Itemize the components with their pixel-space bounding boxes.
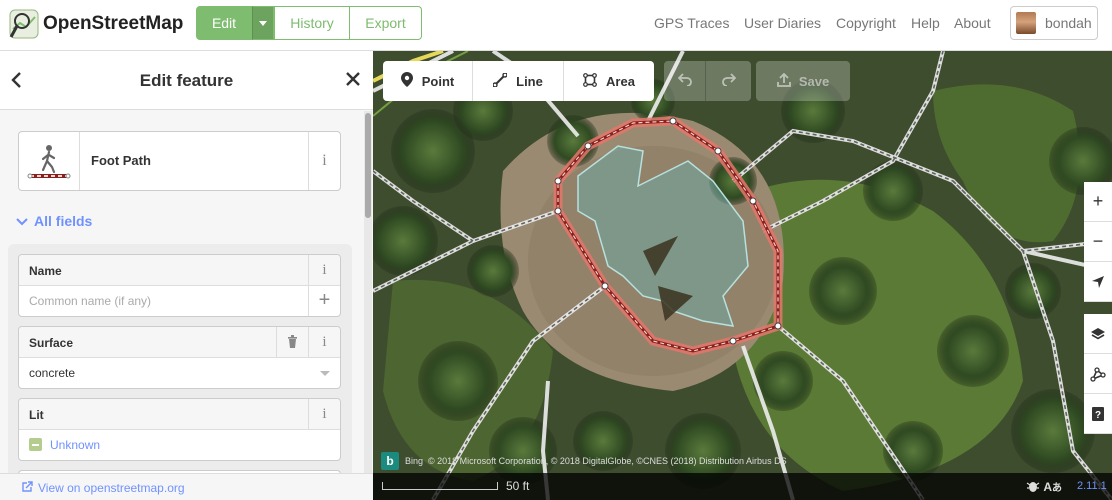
all-fields-label: All fields xyxy=(34,213,93,229)
bug-icon[interactable] xyxy=(1026,480,1043,494)
field-label: Lit xyxy=(29,408,44,422)
preset-name: Foot Path xyxy=(91,153,151,168)
save-button[interactable]: Save xyxy=(756,61,850,101)
preset-selector[interactable]: Foot Path i xyxy=(18,131,341,191)
info-icon[interactable]: i xyxy=(308,327,340,357)
redo-button[interactable] xyxy=(706,61,751,101)
name-placeholder: Common name (if any) xyxy=(29,294,152,308)
zoom-out-icon[interactable]: − xyxy=(1084,222,1112,262)
undo-button[interactable] xyxy=(664,61,706,101)
map-toolbar: Point Line Area Save xyxy=(383,61,850,101)
upload-icon xyxy=(776,72,791,90)
field-label-row: Lit i xyxy=(19,399,340,430)
sidebar-header: Edit feature xyxy=(0,51,373,110)
area-icon xyxy=(583,72,597,90)
point-label: Point xyxy=(421,73,455,89)
info-icon[interactable]: i xyxy=(308,399,340,429)
layers-icon[interactable] xyxy=(1084,314,1112,354)
geolocate-icon[interactable] xyxy=(1084,262,1112,302)
history-button[interactable]: History xyxy=(274,6,350,40)
external-link-icon xyxy=(22,481,33,495)
osm-logo-icon[interactable] xyxy=(9,9,39,39)
scrollbar-thumb[interactable] xyxy=(365,113,371,218)
scale-label: 50 ft xyxy=(506,479,530,493)
redo-icon xyxy=(721,72,736,91)
aerial-imagery xyxy=(373,51,1112,500)
pedestrian-footpath-icon xyxy=(19,132,80,190)
zoom-controls: + − xyxy=(1084,182,1112,302)
view-on-osm-link[interactable]: View on openstreetmap.org xyxy=(0,473,373,500)
field-label: Name xyxy=(29,264,62,278)
name-input[interactable]: Common name (if any) + xyxy=(19,286,340,316)
trash-icon[interactable] xyxy=(276,327,308,357)
surface-value: concrete xyxy=(29,366,76,380)
checkbox-indeterminate-icon[interactable] xyxy=(29,438,42,451)
avatar xyxy=(1016,12,1036,34)
area-label: Area xyxy=(606,73,635,89)
bing-logo-icon[interactable]: b xyxy=(381,452,399,470)
help-icon[interactable]: ? xyxy=(1084,394,1112,434)
top-navbar: OpenStreetMap Edit History Export GPS Tr… xyxy=(0,0,1112,51)
translate-icon[interactable]: Aあ xyxy=(1043,480,1062,494)
view-on-osm-label: View on openstreetmap.org xyxy=(38,481,185,495)
sidebar-scrollbar[interactable] xyxy=(364,111,372,474)
add-point-button[interactable]: Point xyxy=(383,61,473,101)
zoom-in-icon[interactable]: + xyxy=(1084,182,1112,222)
field-label-row: Name i xyxy=(19,255,340,286)
export-button[interactable]: Export xyxy=(350,6,422,40)
line-icon xyxy=(492,71,508,90)
edit-dropdown-button[interactable] xyxy=(252,6,274,40)
map-data-icon[interactable] xyxy=(1084,354,1112,394)
all-fields-toggle[interactable]: All fields xyxy=(16,213,92,229)
inspector-body: Foot Path i All fields Name i Common nam… xyxy=(0,111,373,474)
nav-user-diaries[interactable]: User Diaries xyxy=(744,15,821,31)
user-menu[interactable]: bondah xyxy=(1010,6,1098,40)
map-canvas[interactable]: Point Line Area Save + − ? b Bing © 2018… xyxy=(373,51,1112,500)
brand-name[interactable]: OpenStreetMap xyxy=(43,13,183,35)
field-name: Name i Common name (if any) + xyxy=(18,254,341,317)
footer-tools: Aあ xyxy=(1026,479,1062,494)
field-label-row: Surface i xyxy=(19,327,340,358)
lit-checkbox[interactable]: Unknown xyxy=(19,430,340,460)
add-line-button[interactable]: Line xyxy=(473,61,564,101)
lit-value: Unknown xyxy=(50,438,101,452)
close-icon[interactable] xyxy=(345,67,361,93)
caret-down-icon[interactable] xyxy=(320,371,330,376)
imagery-attribution: b Bing © 2018 Microsoft Corporation, © 2… xyxy=(381,451,787,471)
attribution-source: Bing xyxy=(405,456,424,466)
undo-icon xyxy=(677,72,692,91)
map-footer: 50 ft Aあ 2.11.1 xyxy=(373,473,1112,500)
field-lit: Lit i Unknown xyxy=(18,398,341,461)
panel-controls: ? xyxy=(1084,314,1112,434)
nav-about[interactable]: About xyxy=(954,15,991,31)
nav-copyright[interactable]: Copyright xyxy=(836,15,896,31)
username: bondah xyxy=(1045,15,1092,31)
field-surface: Surface i concrete xyxy=(18,326,341,389)
fields-container: Name i Common name (if any) + Surface i xyxy=(8,244,352,474)
info-icon[interactable]: i xyxy=(308,255,340,285)
scale-bar[interactable] xyxy=(382,482,498,490)
version-link[interactable]: 2.11.1 xyxy=(1077,480,1107,492)
line-label: Line xyxy=(516,73,543,89)
chevron-down-icon xyxy=(16,213,28,229)
nav-gps-traces[interactable]: GPS Traces xyxy=(654,15,729,31)
edit-button[interactable]: Edit xyxy=(196,6,252,40)
sidebar: Edit feature Foot Path i All fields Name… xyxy=(0,51,373,500)
surface-combo[interactable]: concrete xyxy=(19,358,340,388)
save-label: Save xyxy=(798,73,830,89)
add-localized-name-icon[interactable]: + xyxy=(308,286,340,316)
info-icon[interactable]: i xyxy=(308,132,340,190)
nav-help[interactable]: Help xyxy=(911,15,940,31)
mode-button-group: Edit History Export xyxy=(196,6,422,40)
attribution-text[interactable]: © 2018 Microsoft Corporation, © 2018 Dig… xyxy=(428,456,787,466)
field-label: Surface xyxy=(29,336,74,350)
caret-down-icon xyxy=(259,20,267,26)
panel-title: Edit feature xyxy=(139,71,234,90)
point-marker-icon xyxy=(400,72,413,90)
add-area-button[interactable]: Area xyxy=(564,61,654,101)
svg-text:?: ? xyxy=(1095,410,1101,421)
